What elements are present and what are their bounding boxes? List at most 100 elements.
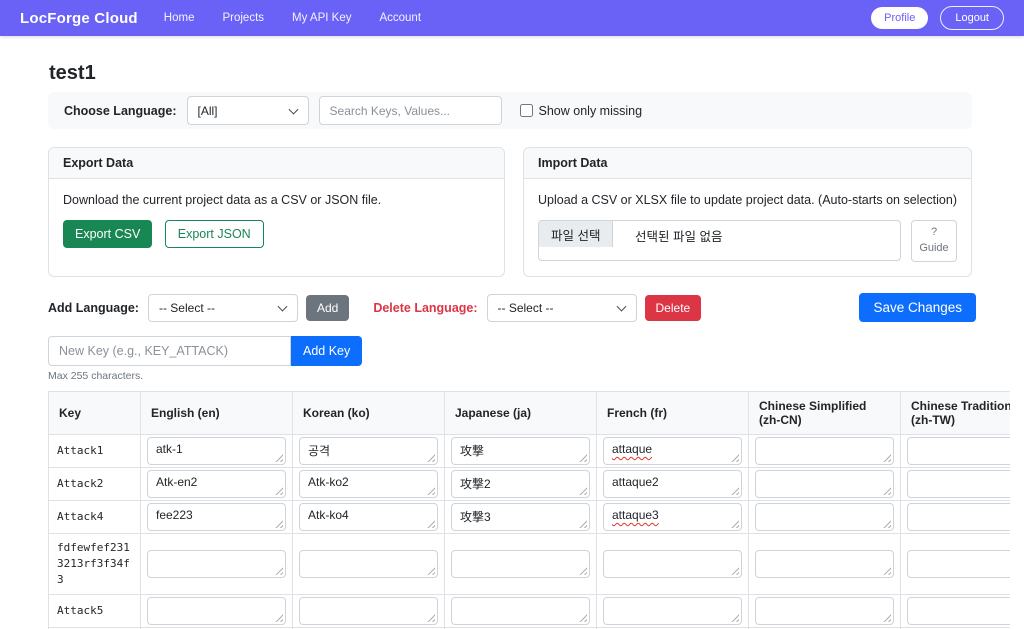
page-title: test1 xyxy=(49,62,976,85)
show-only-missing-wrap: Show only missing xyxy=(520,104,643,118)
column-header: Key xyxy=(49,392,141,435)
nav-link-home[interactable]: Home xyxy=(164,12,195,24)
translation-input[interactable]: Atk-ko2 xyxy=(299,470,438,498)
column-header: French (fr) xyxy=(597,392,749,435)
translation-input[interactable] xyxy=(907,470,1010,498)
nav-link-account[interactable]: Account xyxy=(379,12,421,24)
logout-button[interactable]: Logout xyxy=(940,6,1004,30)
translation-value: attaque xyxy=(612,442,652,456)
key-cell: Attack4 xyxy=(49,501,141,534)
export-csv-button[interactable]: Export CSV xyxy=(63,220,152,248)
translation-input[interactable]: attaque xyxy=(603,437,742,465)
add-language-select-value: -- Select -- xyxy=(159,301,215,315)
table-header-row: KeyEnglish (en)Korean (ko)Japanese (ja)F… xyxy=(49,392,1011,435)
export-card-title: Export Data xyxy=(49,148,504,179)
column-header: Japanese (ja) xyxy=(445,392,597,435)
export-data-card: Export Data Download the current project… xyxy=(48,147,505,277)
translation-input[interactable] xyxy=(907,437,1010,465)
translation-input[interactable] xyxy=(147,550,286,578)
translation-input[interactable] xyxy=(451,550,590,578)
column-header: Chinese Simplified (zh-CN) xyxy=(749,392,901,435)
translation-input[interactable] xyxy=(299,550,438,578)
translation-input[interactable] xyxy=(299,597,438,625)
chevron-down-icon xyxy=(616,301,626,311)
translation-input[interactable]: Atk-en2 xyxy=(147,470,286,498)
table-row: Attack2 Atk-en2 Atk-ko2 攻撃2 attaque2 xyxy=(49,468,1011,501)
translation-input[interactable]: attaque3 xyxy=(603,503,742,531)
new-key-row: Add Key xyxy=(48,336,976,366)
translation-input[interactable] xyxy=(603,597,742,625)
save-changes-button[interactable]: Save Changes xyxy=(859,293,976,322)
delete-language-select-value: -- Select -- xyxy=(498,301,554,315)
key-cell: Attack1 xyxy=(49,435,141,468)
table-body: Attack1atk-1 공격 攻撃 attaque Attack2 Atk-en2 Atk… xyxy=(49,435,1011,629)
table-row: fdfewfef2313213rf3f34f3 xyxy=(49,534,1011,595)
nav-links: Home Projects My API Key Account xyxy=(164,12,421,24)
translation-input[interactable]: atk-1 xyxy=(147,437,286,465)
export-card-description: Download the current project data as a C… xyxy=(63,193,490,207)
translation-input[interactable] xyxy=(907,597,1010,625)
translation-input[interactable]: attaque2 xyxy=(603,470,742,498)
search-input[interactable] xyxy=(319,96,502,125)
export-json-button[interactable]: Export JSON xyxy=(165,220,264,248)
translation-input[interactable]: 攻撃3 xyxy=(451,503,590,531)
table-row: Attack4fee223 Atk-ko4 攻撃3 attaque3 xyxy=(49,501,1011,534)
translation-input[interactable]: 攻撃 xyxy=(451,437,590,465)
delete-language-button[interactable]: Delete xyxy=(645,295,702,321)
translation-value: Atk-ko4 xyxy=(308,508,349,522)
show-only-missing-checkbox[interactable] xyxy=(520,104,533,117)
translation-input[interactable]: 攻撃2 xyxy=(451,470,590,498)
delete-language-label: Delete Language: xyxy=(373,301,477,315)
profile-button[interactable]: Profile xyxy=(871,7,928,29)
translation-input[interactable] xyxy=(451,597,590,625)
guide-button[interactable]: ? Guide xyxy=(911,220,957,262)
translation-input[interactable] xyxy=(755,597,894,625)
translation-value: attaque3 xyxy=(612,508,659,522)
chevron-down-icon xyxy=(278,301,288,311)
key-cell: Attack2 xyxy=(49,468,141,501)
translation-value: 攻撃3 xyxy=(460,510,491,524)
chevron-down-icon xyxy=(288,104,298,114)
filter-bar: Choose Language: [All] Show only missing xyxy=(48,92,972,129)
guide-button-label: Guide xyxy=(919,241,948,257)
question-mark-icon: ? xyxy=(931,225,937,241)
translation-value: attaque2 xyxy=(612,475,659,489)
new-key-input[interactable] xyxy=(48,336,291,366)
language-filter-value: [All] xyxy=(198,104,218,118)
add-language-button[interactable]: Add xyxy=(306,295,349,321)
import-data-card: Import Data Upload a CSV or XLSX file to… xyxy=(523,147,972,277)
nav-link-projects[interactable]: Projects xyxy=(222,12,264,24)
key-cell: fdfewfef2313213rf3f34f3 xyxy=(49,534,141,595)
translation-input[interactable]: fee223 xyxy=(147,503,286,531)
app-brand[interactable]: LocForge Cloud xyxy=(20,10,138,27)
import-card-description: Upload a CSV or XLSX file to update proj… xyxy=(538,193,957,207)
translation-input[interactable] xyxy=(755,503,894,531)
translation-input[interactable]: Atk-ko4 xyxy=(299,503,438,531)
translation-input[interactable] xyxy=(907,503,1010,531)
add-key-button[interactable]: Add Key xyxy=(291,336,362,366)
show-only-missing-label[interactable]: Show only missing xyxy=(539,104,643,118)
translation-input[interactable] xyxy=(755,550,894,578)
column-header: English (en) xyxy=(141,392,293,435)
translation-input[interactable] xyxy=(755,437,894,465)
nav-right: Profile Logout xyxy=(871,6,1004,30)
translation-input[interactable] xyxy=(907,550,1010,578)
add-language-label: Add Language: xyxy=(48,301,139,315)
translation-input[interactable] xyxy=(147,597,286,625)
max-characters-hint: Max 255 characters. xyxy=(48,370,976,382)
language-controls-row: Add Language: -- Select -- Add Delete La… xyxy=(48,293,976,322)
delete-language-select[interactable]: -- Select -- xyxy=(487,294,637,322)
translation-value: Atk-en2 xyxy=(156,475,197,489)
translation-input[interactable]: 공격 xyxy=(299,437,438,465)
translation-value: 攻撃2 xyxy=(460,477,491,491)
translation-input[interactable] xyxy=(755,470,894,498)
translation-input[interactable] xyxy=(603,550,742,578)
choose-language-label: Choose Language: xyxy=(64,104,177,118)
translation-value: Atk-ko2 xyxy=(308,475,349,489)
file-upload-input[interactable]: 파일 선택 선택된 파일 없음 xyxy=(538,220,901,261)
nav-link-my-api-key[interactable]: My API Key xyxy=(292,12,351,24)
file-select-button[interactable]: 파일 선택 xyxy=(539,221,613,247)
add-language-select[interactable]: -- Select -- xyxy=(148,294,298,322)
language-filter-select[interactable]: [All] xyxy=(187,96,309,125)
translation-value: 공격 xyxy=(308,444,330,458)
